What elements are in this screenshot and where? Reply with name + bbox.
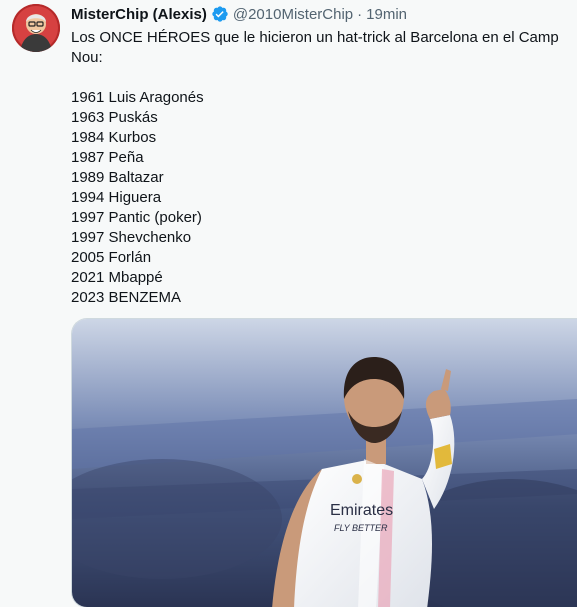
handle[interactable]: @2010MisterChip [233, 6, 353, 23]
tweet-media-image[interactable]: Emirates FLY BETTER [71, 318, 577, 607]
timestamp[interactable]: 19min [366, 6, 407, 23]
tweet-text: Los ONCE HÉROES que le hicieron un hat-t… [71, 29, 559, 306]
avatar[interactable] [12, 4, 60, 52]
tweet[interactable]: MisterChip (Alexis) @2010MisterChip · 19… [0, 0, 577, 607]
jersey-sponsor-text: Emirates [330, 502, 393, 519]
jersey-slogan-text: FLY BETTER [334, 523, 388, 533]
tweet-header: MisterChip (Alexis) @2010MisterChip · 19… [71, 0, 571, 26]
display-name[interactable]: MisterChip (Alexis) [71, 6, 207, 23]
verified-badge-icon[interactable] [211, 5, 229, 23]
separator-dot: · [357, 5, 363, 23]
tweet-content: MisterChip (Alexis) @2010MisterChip · 19… [71, 0, 571, 308]
